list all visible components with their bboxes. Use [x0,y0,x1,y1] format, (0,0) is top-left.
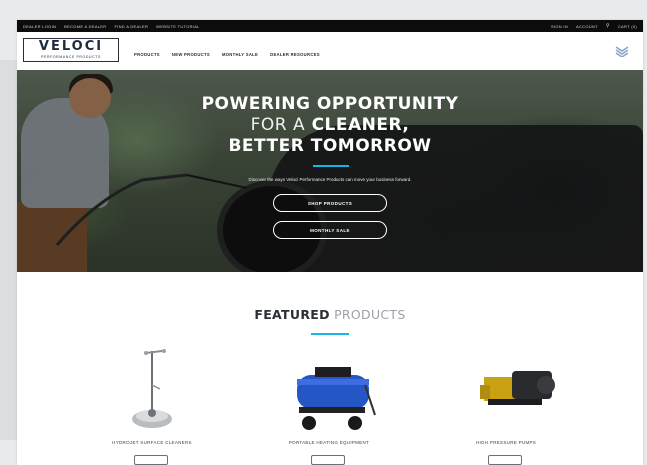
product-view-button[interactable] [134,455,168,465]
hero-content: POWERING OPPORTUNITY FOR A CLEANER, BETT… [17,70,643,272]
cart-link[interactable]: CART (0) [618,24,637,29]
featured-accent-bar [311,333,349,335]
featured-products-heading: FEATURED PRODUCTS [17,307,643,322]
search-icon[interactable]: ⚲ [606,23,610,29]
become-dealer-link[interactable]: BECOME A DEALER [64,24,106,29]
veloci-logo[interactable]: VELOCI PERFORMANCE PRODUCTS [23,38,119,62]
pressure-pump-image [480,371,555,405]
utility-links: DEALER LOGIN BECOME A DEALER FIND A DEAL… [23,24,200,29]
product-view-button[interactable] [488,455,522,465]
nav-item-products[interactable]: PRODUCTS [134,52,160,57]
product-card-surface-cleaners[interactable]: HYDROJET SURFACE CLEANERS [72,345,232,465]
hero-subtitle: Discover the ways Veloci Performance Pro… [248,177,412,182]
nav-item-monthly-sale[interactable]: MONTHLY SALE [222,52,258,57]
site-header: VELOCI PERFORMANCE PRODUCTS PRODUCTS NEW… [17,32,643,70]
product-card-high-pressure-pumps[interactable]: HIGH PRESSURE PUMPS [426,345,586,465]
account-links: SIGN IN ACCOUNT ⚲ CART (0) [551,23,637,29]
product-label: HYDROJET SURFACE CLEANERS [112,440,192,445]
hero-headline-bold: CLEANER, [311,115,410,135]
logo-tagline: PERFORMANCE PRODUCTS [41,55,101,59]
main-nav: PRODUCTS NEW PRODUCTS MONTHLY SALE DEALE… [134,52,320,57]
screenshot-frame: DEALER LOGIN BECOME A DEALER FIND A DEAL… [0,0,647,465]
webpage: DEALER LOGIN BECOME A DEALER FIND A DEAL… [17,20,643,465]
hero-headline-line2: FOR A CLEANER, [177,115,483,136]
hero-headline-thin: FOR A [250,115,306,135]
dealer-login-link[interactable]: DEALER LOGIN [23,24,56,29]
account-link[interactable]: ACCOUNT [576,24,598,29]
background-panel [0,60,18,440]
product-label: HIGH PRESSURE PUMPS [475,440,537,445]
find-dealer-link[interactable]: FIND A DEALER [114,24,148,29]
heating-equipment-image [297,367,376,430]
featured-title-bold: FEATURED [254,307,330,322]
surface-cleaner-image [132,349,172,428]
menu-chevron-icon[interactable] [615,45,629,57]
sign-in-link[interactable]: SIGN IN [551,24,568,29]
hero-banner: POWERING OPPORTUNITY FOR A CLEANER, BETT… [17,70,643,272]
shop-products-button[interactable]: SHOP PRODUCTS [273,194,387,212]
logo-name: VELOCI [38,39,104,54]
product-label: PORTABLE HEATING EQUIPMENT [288,440,370,445]
product-view-button[interactable] [311,455,345,465]
hero-accent-bar [313,165,349,167]
monthly-sale-button[interactable]: MONTHLY SALE [273,221,387,239]
utility-bar: DEALER LOGIN BECOME A DEALER FIND A DEAL… [17,20,643,32]
product-card-heating-equipment[interactable]: PORTABLE HEATING EQUIPMENT [249,345,409,465]
hero-headline-line3: BETTER TOMORROW [228,136,432,156]
nav-item-new-products[interactable]: NEW PRODUCTS [172,52,210,57]
nav-item-dealer-resources[interactable]: DEALER RESOURCES [270,52,320,57]
featured-title-light: PRODUCTS [334,307,406,322]
website-tutorial-link[interactable]: WEBSITE TUTORIAL [156,24,200,29]
hero-headline-line1: POWERING OPPORTUNITY [201,94,459,114]
